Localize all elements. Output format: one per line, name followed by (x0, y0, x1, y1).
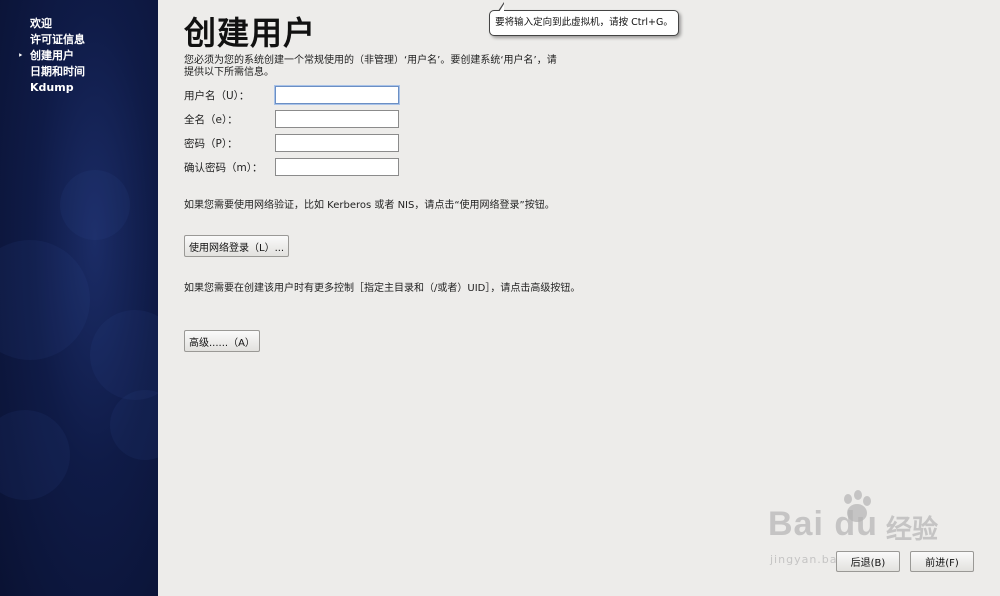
sidebar-item-label: 许可证信息 (30, 33, 85, 46)
sidebar-decoration (0, 240, 90, 360)
sidebar: 欢迎 许可证信息 ‣ 创建用户 日期和时间 Kdump (0, 0, 158, 596)
forward-button[interactable]: 前进(F) (910, 551, 974, 572)
advanced-button[interactable]: 高级......（A） (184, 330, 260, 352)
tooltip-pointer-inner (499, 4, 504, 12)
username-label: 用户名（U）： (184, 90, 250, 102)
network-login-button[interactable]: 使用网络登录（L）... (184, 235, 290, 257)
vm-input-tooltip: 要将输入定向到此虚拟机，请按 Ctrl+G。 (489, 2, 679, 36)
password-input[interactable] (275, 134, 399, 152)
sidebar-item-kdump[interactable]: Kdump (18, 80, 85, 96)
advanced-text: 如果您需要在创建该用户时有更多控制［指定主目录和（/或者）UID］，请点击高级按… (184, 283, 581, 294)
main-panel: 创建用户 您必须为您的系统创建一个常规使用的（非管理）‘用户名’。要创建系统‘用… (158, 0, 1000, 596)
network-auth-text: 如果您需要使用网络验证，比如 Kerberos 或者 NIS，请点击“使用网络登… (184, 200, 555, 211)
sidebar-item-license[interactable]: 许可证信息 (18, 32, 85, 48)
confirm-password-label: 确认密码（m）： (184, 162, 263, 174)
username-input[interactable] (275, 86, 399, 104)
confirm-password-input[interactable] (275, 158, 399, 176)
back-button[interactable]: 后退(B) (836, 551, 900, 572)
password-label: 密码（P）： (184, 138, 238, 150)
sidebar-item-label: 创建用户 (30, 49, 74, 62)
tooltip-text: 要将输入定向到此虚拟机，请按 Ctrl+G。 (495, 17, 673, 28)
sidebar-item-label: 欢迎 (30, 17, 52, 30)
fullname-input[interactable] (275, 110, 399, 128)
page-title: 创建用户 (184, 14, 317, 52)
sidebar-item-date-time[interactable]: 日期和时间 (18, 64, 85, 80)
sidebar-decoration (60, 170, 130, 240)
sidebar-item-label: Kdump (30, 81, 74, 94)
intro-text: 您必须为您的系统创建一个常规使用的（非管理）‘用户名’。要创建系统‘用户名’，请… (184, 55, 557, 78)
sidebar-decoration (0, 410, 70, 500)
sidebar-item-welcome[interactable]: 欢迎 (18, 16, 85, 32)
sidebar-item-label: 日期和时间 (30, 65, 85, 78)
current-step-arrow-icon: ‣ (18, 51, 24, 60)
sidebar-item-create-user[interactable]: ‣ 创建用户 (18, 48, 85, 64)
sidebar-nav: 欢迎 许可证信息 ‣ 创建用户 日期和时间 Kdump (18, 16, 85, 96)
fullname-label: 全名（e）： (184, 114, 238, 126)
sidebar-decoration (90, 310, 158, 400)
sidebar-decoration (110, 390, 158, 460)
